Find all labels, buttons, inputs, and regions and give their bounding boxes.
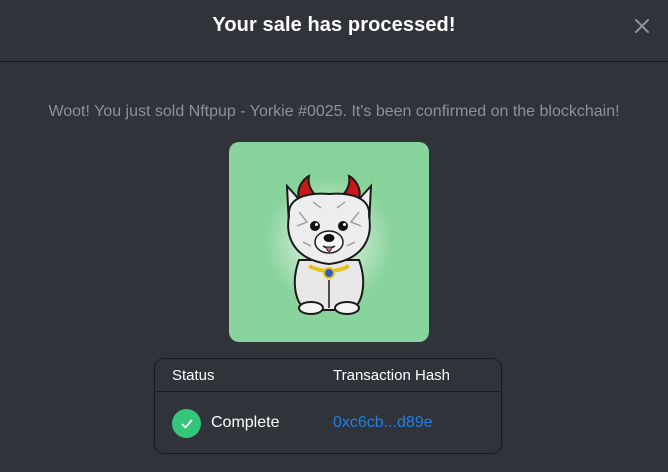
transaction-hash-link[interactable]: 0xc6cb...d89e — [333, 414, 433, 432]
modal-header: Your sale has processed! — [0, 0, 668, 62]
close-button[interactable] — [632, 16, 652, 36]
yorkie-puppy-image — [265, 174, 393, 315]
transaction-table: Status Transaction Hash Complete 0xc6cb.… — [154, 358, 502, 454]
check-icon — [172, 409, 201, 438]
status-column-header: Status — [172, 367, 215, 384]
close-icon — [635, 19, 649, 33]
hash-column-header: Transaction Hash — [333, 367, 450, 384]
modal-title: Your sale has processed! — [212, 14, 456, 36]
sale-processed-modal: Your sale has processed! Woot! You just … — [0, 0, 668, 472]
table-row: Complete 0xc6cb...d89e — [155, 392, 501, 453]
sale-message: Woot! You just sold Nftpup - Yorkie #002… — [48, 103, 620, 120]
status-value: Complete — [211, 414, 280, 431]
nft-image — [229, 142, 429, 342]
table-header: Status Transaction Hash — [155, 359, 501, 392]
